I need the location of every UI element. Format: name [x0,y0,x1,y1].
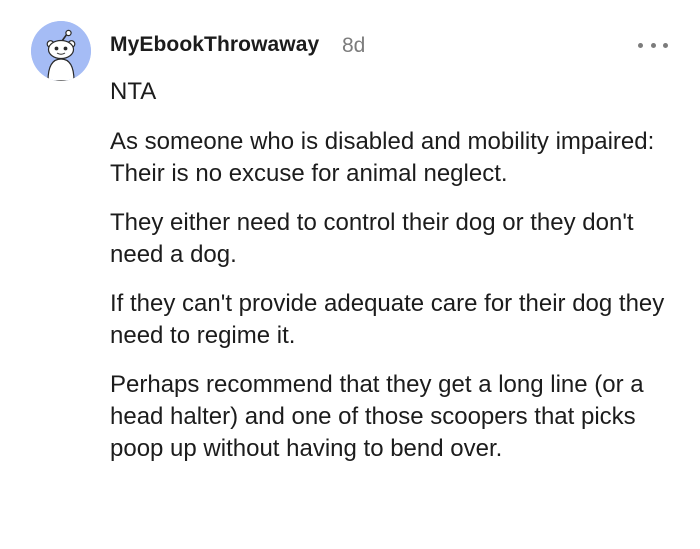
avatar[interactable] [31,21,91,81]
comment-author[interactable]: MyEbookThrowaway [110,33,319,57]
comment-body: NTA As someone who is disabled and mobil… [110,76,670,482]
comment-timestamp: 8d [342,34,366,57]
more-options-icon[interactable] [638,36,668,54]
comment-paragraph: NTA [110,78,157,105]
more-dot [663,42,668,48]
more-dot [650,42,656,48]
comment-paragraph: They either need to control their dog or… [110,209,634,268]
comment-paragraph: If they can't provide adequate care for … [110,290,665,349]
comment-paragraph: Perhaps recommend that they get a long l… [110,371,644,462]
more-dot [638,42,643,48]
reddit-snoo-avatar-icon [31,21,91,81]
comment: MyEbookThrowaway 8d NTA As someone who i… [0,0,700,549]
comment-paragraph: As someone who is disabled and mobility … [110,128,655,187]
